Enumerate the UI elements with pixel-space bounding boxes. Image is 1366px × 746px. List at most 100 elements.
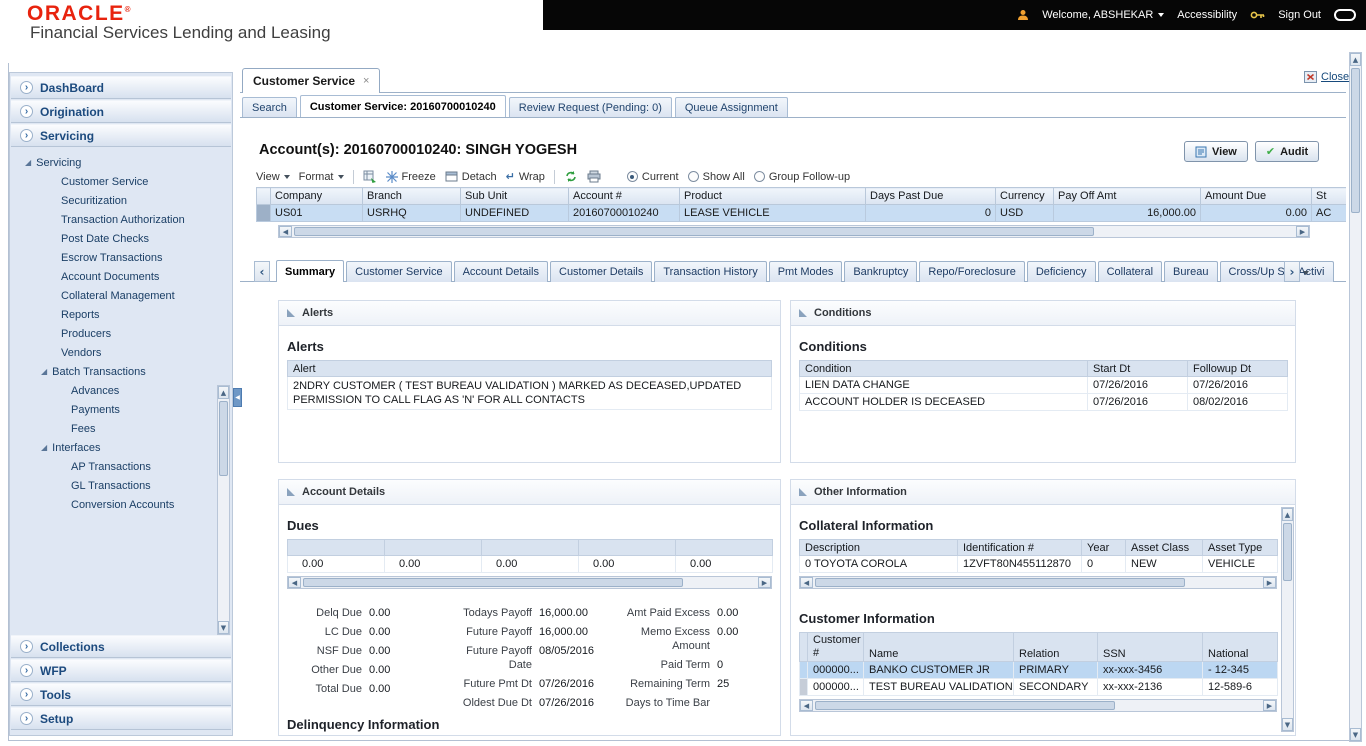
refresh-icon[interactable] xyxy=(564,170,578,183)
cell-product[interactable]: LEASE VEHICLE xyxy=(679,204,866,222)
tree-item-reports[interactable]: Reports xyxy=(11,305,231,324)
sidebar-section-origination[interactable]: › Origination xyxy=(11,100,231,123)
radio-group-followup[interactable]: Group Follow-up xyxy=(753,171,850,183)
grid-horizontal-scrollbar[interactable]: ◀ ▶ xyxy=(278,225,1310,238)
tabstrip-scroll-right[interactable]: › xyxy=(1284,261,1300,282)
scroll-down-button[interactable]: ▼ xyxy=(1282,718,1293,731)
tab-repo-foreclosure[interactable]: Repo/Foreclosure xyxy=(919,261,1025,282)
cell-days-past-due[interactable]: 0 xyxy=(865,204,996,222)
col-status[interactable]: St xyxy=(1311,187,1346,205)
cell-sub-unit[interactable]: UNDEFINED xyxy=(460,204,569,222)
col-start-dt[interactable]: Start Dt xyxy=(1087,360,1188,377)
scroll-thumb[interactable] xyxy=(1351,68,1360,213)
col-sub-unit[interactable]: Sub Unit xyxy=(460,187,569,205)
tree-item-advances[interactable]: Advances xyxy=(11,381,231,400)
other-information-vertical-scrollbar[interactable]: ▲ ▼ xyxy=(1281,507,1294,732)
tabstrip-overflow-menu[interactable] xyxy=(1303,266,1309,278)
close-window-icon[interactable] xyxy=(1304,71,1317,83)
welcome-menu[interactable]: Welcome, ABSHEKAR xyxy=(1042,9,1165,21)
close-control[interactable]: Close xyxy=(1304,71,1349,83)
tree-item-producers[interactable]: Producers xyxy=(11,324,231,343)
sidebar-section-wfp[interactable]: › WFP xyxy=(11,659,231,682)
view-menu[interactable]: View xyxy=(256,171,290,183)
tree-item-payments[interactable]: Payments xyxy=(11,400,231,419)
subtab-review-request[interactable]: Review Request (Pending: 0) xyxy=(508,97,672,117)
col-name[interactable]: Name xyxy=(863,632,1014,662)
condition-row[interactable]: ACCOUNT HOLDER IS DECEASED 07/26/2016 08… xyxy=(799,393,1288,411)
radio-icon[interactable] xyxy=(753,171,765,182)
freeze-button[interactable]: Freeze xyxy=(385,170,436,183)
col-amount-due[interactable]: Amount Due xyxy=(1200,187,1312,205)
export-icon[interactable] xyxy=(363,170,377,183)
main-vertical-scrollbar[interactable]: ▲ ▼ xyxy=(1349,52,1362,742)
workspace-tab-customer-service[interactable]: Customer Service × xyxy=(242,68,381,93)
scroll-down-button[interactable]: ▼ xyxy=(218,621,229,634)
tab-bureau[interactable]: Bureau xyxy=(1164,261,1218,282)
scroll-thumb[interactable] xyxy=(219,401,228,476)
tree-item-vendors[interactable]: Vendors xyxy=(11,343,231,362)
sidebar-section-dashboard[interactable]: › DashBoard xyxy=(11,76,231,99)
scroll-thumb[interactable] xyxy=(815,701,1115,710)
dues-horizontal-scrollbar[interactable]: ◀ ▶ xyxy=(287,576,772,589)
scroll-left-button[interactable]: ◀ xyxy=(800,577,813,588)
customer-row[interactable]: 000000... TEST BUREAU VALIDATION SECONDA… xyxy=(799,678,1278,696)
condition-row[interactable]: LIEN DATA CHANGE 07/26/2016 07/26/2016 xyxy=(799,376,1288,394)
tree-node-servicing[interactable]: ◢ Servicing xyxy=(11,153,231,172)
tab-customer-service[interactable]: Customer Service xyxy=(346,261,452,282)
col-description[interactable]: Description xyxy=(799,539,958,556)
col-followup-dt[interactable]: Followup Dt xyxy=(1187,360,1288,377)
row-selector-cell[interactable] xyxy=(799,678,808,696)
tab-account-details[interactable]: Account Details xyxy=(453,261,548,282)
col-account-number[interactable]: Account # xyxy=(568,187,680,205)
col-relation[interactable]: Relation xyxy=(1013,632,1098,662)
col-ssn[interactable]: SSN xyxy=(1097,632,1203,662)
tree-item-escrow-transactions[interactable]: Escrow Transactions xyxy=(11,248,231,267)
conditions-panel-header[interactable]: Conditions xyxy=(791,301,1295,326)
subtab-search[interactable]: Search xyxy=(242,97,297,117)
scroll-right-button[interactable]: ▶ xyxy=(1263,577,1276,588)
format-menu[interactable]: Format xyxy=(299,171,344,183)
subtab-queue-assignment[interactable]: Queue Assignment xyxy=(674,97,788,117)
radio-current[interactable]: Current xyxy=(626,171,679,183)
cell-pay-off-amt[interactable]: 16,000.00 xyxy=(1053,204,1201,222)
scroll-right-button[interactable]: ▶ xyxy=(1296,226,1309,237)
cell-description-link[interactable]: 0 TOYOTA COROLA xyxy=(799,555,958,573)
tab-summary[interactable]: Summary xyxy=(276,260,345,282)
tree-item-post-date-checks[interactable]: Post Date Checks xyxy=(11,229,231,248)
cell-status[interactable]: AC xyxy=(1311,204,1346,222)
collateral-row[interactable]: 0 TOYOTA COROLA 1ZVFT80N455112870 0 NEW … xyxy=(799,555,1278,573)
scroll-right-button[interactable]: ▶ xyxy=(1263,700,1276,711)
tab-transaction-history[interactable]: Transaction History xyxy=(654,261,767,282)
scroll-right-button[interactable]: ▶ xyxy=(758,577,771,588)
col-product[interactable]: Product xyxy=(679,187,866,205)
row-selector-cell[interactable] xyxy=(799,661,808,679)
tree-item-account-documents[interactable]: Account Documents xyxy=(11,267,231,286)
sidebar-scrollbar[interactable]: ▲ ▼ xyxy=(217,385,230,635)
col-condition[interactable]: Condition xyxy=(799,360,1088,377)
tab-close-icon[interactable]: × xyxy=(363,75,369,87)
sidebar-section-collections[interactable]: › Collections xyxy=(11,635,231,658)
scroll-thumb[interactable] xyxy=(294,227,1094,236)
tab-deficiency[interactable]: Deficiency xyxy=(1026,261,1096,282)
tab-customer-details[interactable]: Customer Details xyxy=(550,261,653,282)
cell-currency[interactable]: USD xyxy=(995,204,1054,222)
tree-node-batch-transactions[interactable]: ◢ Batch Transactions xyxy=(11,362,231,381)
col-identification[interactable]: Identification # xyxy=(957,539,1082,556)
alert-row[interactable]: 2NDRY CUSTOMER ( TEST BUREAU VALIDATION … xyxy=(287,376,772,410)
tabstrip-scroll-left[interactable]: ‹ xyxy=(254,261,270,282)
scroll-left-button[interactable]: ◀ xyxy=(288,577,301,588)
scroll-thumb[interactable] xyxy=(1283,523,1292,581)
sidebar-collapse-button[interactable]: ◀ xyxy=(233,388,242,407)
tab-bankruptcy[interactable]: Bankruptcy xyxy=(844,261,918,282)
tree-item-gl-transactions[interactable]: GL Transactions xyxy=(11,476,231,495)
sidebar-section-servicing[interactable]: › Servicing xyxy=(11,124,231,147)
col-national[interactable]: National xyxy=(1202,632,1278,662)
scroll-up-button[interactable]: ▲ xyxy=(1282,508,1293,521)
account-grid-row-selected[interactable]: US01 USRHQ UNDEFINED 20160700010240 LEAS… xyxy=(256,204,1346,222)
col-alert[interactable]: Alert xyxy=(287,360,772,377)
col-asset-type[interactable]: Asset Type xyxy=(1202,539,1278,556)
tab-cross-up-sell[interactable]: Cross/Up Sell Activi xyxy=(1219,261,1334,282)
row-selector-cell[interactable] xyxy=(256,204,271,222)
tree-node-interfaces[interactable]: ◢ Interfaces xyxy=(11,438,231,457)
tree-item-ap-transactions[interactable]: AP Transactions xyxy=(11,457,231,476)
